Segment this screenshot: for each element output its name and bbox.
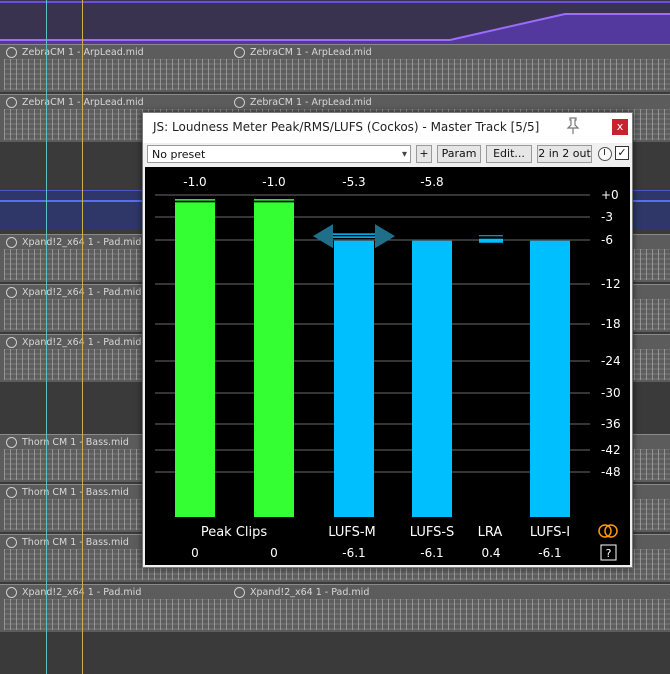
scale-label: -18 bbox=[601, 317, 621, 331]
channel-label: LUFS-I bbox=[530, 525, 570, 540]
automation-lane bbox=[0, 0, 670, 44]
clock-icon bbox=[6, 337, 17, 348]
scale-label: -36 bbox=[601, 417, 621, 431]
target-left-arrow-icon[interactable] bbox=[313, 224, 333, 249]
play-cursor bbox=[82, 0, 83, 674]
clock-icon bbox=[6, 287, 17, 298]
io-routing-button[interactable]: 2 in 2 out bbox=[537, 145, 592, 163]
pin-icon[interactable] bbox=[565, 117, 581, 135]
clock-icon bbox=[234, 587, 245, 598]
clock-icon bbox=[6, 97, 17, 108]
midi-item-label: Thorn CM 1 - Bass.mid bbox=[22, 487, 129, 498]
peak-readout: -5.3 bbox=[342, 175, 365, 189]
midi-item-label: Thorn CM 1 - Bass.mid bbox=[22, 537, 129, 548]
midi-item-label: ZebraCM 1 - ArpLead.mid bbox=[250, 47, 372, 58]
automation-envelope bbox=[0, 1, 670, 44]
scale-label: -42 bbox=[601, 443, 621, 457]
lra-marker bbox=[479, 238, 503, 243]
clock-icon bbox=[6, 47, 17, 58]
channel-value: 0 bbox=[270, 546, 278, 560]
chevron-down-icon: ▾ bbox=[401, 149, 407, 160]
clock-icon bbox=[234, 47, 245, 58]
clock-icon bbox=[6, 237, 17, 248]
channel-value: -6.1 bbox=[420, 546, 443, 560]
meter-bar bbox=[175, 202, 215, 518]
clock-icon bbox=[6, 437, 17, 448]
loudness-meter-display[interactable]: +0 -3 -6 -12 -18 -24 -30 -36 -42 -48 -1.0 -1.0 -5.3 -… bbox=[145, 167, 630, 565]
plugin-titlebar[interactable]: JS: Loudness Meter Peak/RMS/LUFS (Cockos… bbox=[143, 113, 632, 143]
meter-bar bbox=[530, 240, 570, 517]
peak-readout: -1.0 bbox=[183, 175, 206, 189]
midi-notes bbox=[4, 599, 670, 630]
channel-value: 0 bbox=[191, 546, 199, 560]
clock-icon bbox=[6, 487, 17, 498]
scale-label: +0 bbox=[601, 188, 619, 202]
meter-bar bbox=[412, 240, 452, 517]
peak-readout: -1.0 bbox=[262, 175, 285, 189]
midi-item-label: ZebraCM 1 - ArpLead.mid bbox=[250, 97, 372, 108]
preset-dropdown[interactable]: No preset ▾ bbox=[147, 145, 411, 163]
scale-label: -48 bbox=[601, 465, 621, 479]
edit-cursor bbox=[46, 0, 47, 674]
clock-icon bbox=[234, 97, 245, 108]
target-right-arrow-icon[interactable] bbox=[375, 224, 395, 249]
help-label: ? bbox=[606, 547, 612, 560]
edit-button[interactable]: Edit... bbox=[486, 145, 532, 163]
meter-bar bbox=[334, 240, 374, 517]
bypass-checkbox[interactable]: ✓ bbox=[615, 146, 629, 160]
channel-value: -6.1 bbox=[342, 546, 365, 560]
meter-bar bbox=[254, 202, 294, 518]
scale-label: -3 bbox=[601, 210, 613, 224]
channel-label: LRA bbox=[478, 525, 503, 540]
channel-label: LUFS-S bbox=[410, 525, 455, 540]
scale-label: -24 bbox=[601, 354, 621, 368]
clock-icon bbox=[6, 537, 17, 548]
meter-graph: +0 -3 -6 -12 -18 -24 -30 -36 -42 -48 -1.0 -1.0 -5.3 -… bbox=[155, 175, 621, 561]
peak-readout: -5.8 bbox=[420, 175, 443, 189]
close-button[interactable]: x bbox=[612, 119, 628, 135]
midi-item-label: Xpand!2_x64 1 - Pad.mid bbox=[250, 587, 370, 598]
add-preset-button[interactable]: + bbox=[416, 145, 432, 163]
scale-label: -30 bbox=[601, 386, 621, 400]
preset-value: No preset bbox=[152, 148, 206, 161]
midi-notes bbox=[4, 59, 670, 90]
scale-label: -6 bbox=[601, 233, 613, 247]
scale-label: -12 bbox=[601, 277, 621, 291]
channel-value: 0.4 bbox=[481, 546, 500, 560]
channel-label: Peak Clips bbox=[201, 525, 268, 540]
midi-item-label: Thorn CM 1 - Bass.mid bbox=[22, 437, 129, 448]
param-button[interactable]: Param bbox=[437, 145, 481, 163]
midi-item[interactable]: ZebraCM 1 - ArpLead.mid ZebraCM 1 - ArpLe… bbox=[0, 44, 670, 92]
plugin-window: JS: Loudness Meter Peak/RMS/LUFS (Cockos… bbox=[142, 112, 633, 568]
plugin-toolbar: No preset ▾ + Param Edit... 2 in 2 out ✓ bbox=[143, 143, 632, 167]
channel-value: -6.1 bbox=[538, 546, 561, 560]
wet-knob-icon[interactable] bbox=[598, 147, 612, 161]
clock-icon bbox=[6, 587, 17, 598]
channel-label: LUFS-M bbox=[328, 525, 376, 540]
midi-item[interactable]: Xpand!2_x64 1 - Pad.mid Xpand!2_x64 1 - P… bbox=[0, 584, 670, 632]
plugin-title: JS: Loudness Meter Peak/RMS/LUFS (Cockos… bbox=[153, 120, 540, 134]
